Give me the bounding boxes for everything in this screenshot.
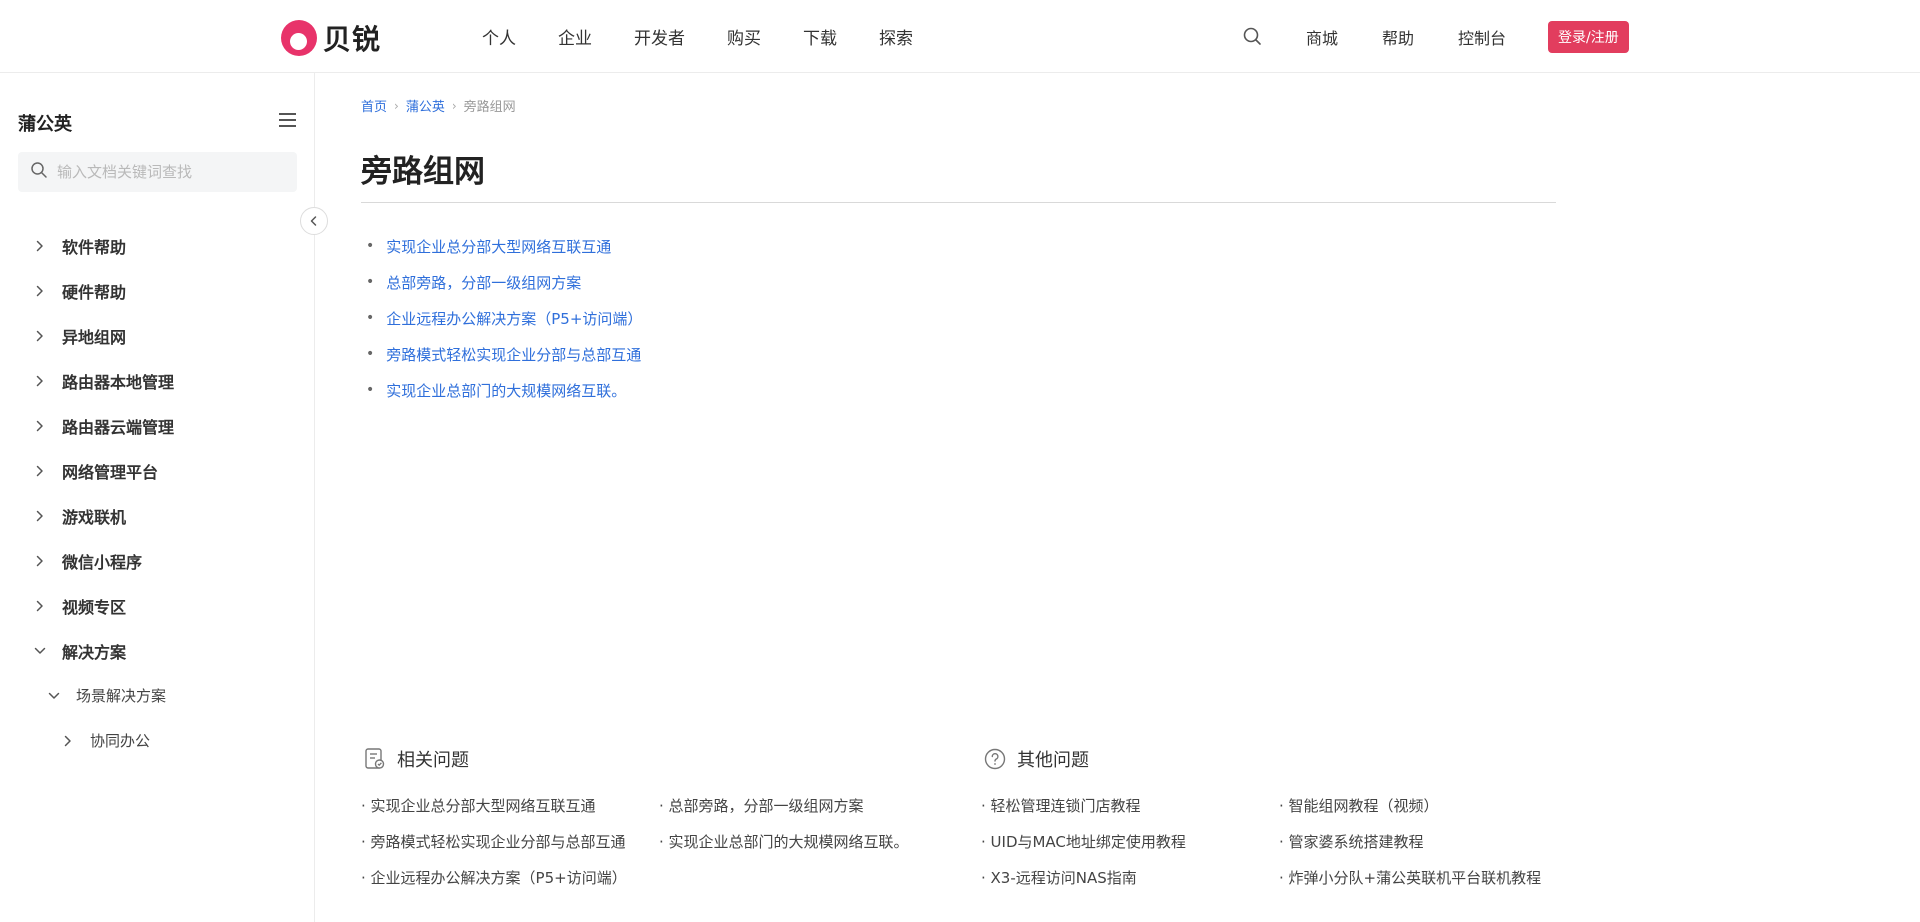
related-question-link[interactable]: · 企业远程办公解决方案（P5+访问端）: [361, 867, 641, 888]
nav-right: 商城 帮助 控制台 登录/注册: [1240, 0, 1629, 73]
nav-item-explore[interactable]: 探索: [879, 24, 913, 49]
other-questions-header: 其他问题: [983, 746, 1089, 772]
related-questions-title: 相关问题: [397, 750, 469, 771]
other-question-link[interactable]: · 管家婆系统搭建教程: [1279, 831, 1579, 852]
page-title: 旁路组网: [361, 154, 485, 190]
list-item: 实现企业总部门的大规模网络互联。: [366, 372, 642, 408]
sidebar-title: 蒲公英: [18, 114, 72, 135]
list-item: 企业远程办公解决方案（P5+访问端）: [366, 300, 642, 336]
sidebar-item-label: 微信小程序: [62, 552, 143, 572]
question-circle-icon: [983, 747, 1007, 771]
related-question-link[interactable]: · 总部旁路，分部一级组网方案: [659, 795, 939, 816]
sidebar-item[interactable]: 硬件帮助: [0, 268, 315, 313]
chevron-right-icon: [32, 553, 48, 569]
sidebar-item[interactable]: 路由器本地管理: [0, 358, 315, 403]
breadcrumb-current: 旁路组网: [463, 100, 516, 115]
sidebar-collapse-button[interactable]: [300, 207, 328, 235]
doc-link[interactable]: 企业远程办公解决方案（P5+访问端）: [386, 308, 642, 329]
doc-link[interactable]: 实现企业总分部大型网络互联互通: [386, 236, 611, 257]
sidebar-item-label: 游戏联机: [62, 507, 127, 527]
sidebar-item-label: 路由器本地管理: [62, 372, 175, 392]
chevron-right-icon: ›: [394, 98, 399, 113]
nav-item-help[interactable]: 帮助: [1382, 25, 1414, 49]
nav-item-enterprise[interactable]: 企业: [558, 24, 592, 49]
sidebar-item[interactable]: 场景解决方案: [0, 673, 315, 718]
chevron-right-icon: ›: [451, 98, 457, 113]
other-question-link[interactable]: · 轻松管理连锁门店教程: [981, 795, 1271, 816]
chevron-right-icon: [32, 373, 48, 389]
logo-mark-icon: [281, 20, 317, 56]
sidebar-item[interactable]: 软件帮助: [0, 223, 315, 268]
sidebar-item-label: 协同办公: [90, 732, 151, 750]
chevron-right-icon: [32, 463, 48, 479]
chevron-down-icon: [32, 643, 48, 659]
document-icon: [363, 747, 387, 771]
doc-link-list: 实现企业总分部大型网络互联互通 总部旁路，分部一级组网方案 企业远程办公解决方案…: [366, 228, 642, 408]
sidebar-item-label: 硬件帮助: [62, 282, 127, 302]
breadcrumb: 首页 › 蒲公英 › 旁路组网: [361, 96, 516, 116]
sidebar-item[interactable]: 视频专区: [0, 583, 315, 628]
doc-search-input[interactable]: [57, 163, 277, 181]
chevron-right-icon: [32, 283, 48, 299]
chevron-right-icon: [32, 328, 48, 344]
menu-icon[interactable]: [279, 113, 296, 127]
sidebar-item[interactable]: 解决方案: [0, 628, 315, 673]
sidebar-item-label: 网络管理平台: [62, 462, 159, 482]
sidebar-item-label: 路由器云端管理: [62, 417, 175, 437]
search-icon: [30, 161, 48, 183]
chevron-right-icon: [60, 733, 76, 749]
title-divider: [361, 202, 1556, 203]
chevron-right-icon: [32, 418, 48, 434]
nav-item-console[interactable]: 控制台: [1458, 25, 1506, 49]
doc-link[interactable]: 总部旁路，分部一级组网方案: [386, 272, 581, 293]
search-icon[interactable]: [1240, 24, 1266, 50]
related-question-link[interactable]: · 实现企业总分部大型网络互联互通: [361, 795, 641, 816]
list-item: 总部旁路，分部一级组网方案: [366, 264, 642, 300]
chevron-left-icon: [310, 216, 317, 226]
doc-link[interactable]: 实现企业总部门的大规模网络互联。: [386, 380, 626, 401]
sidebar-item[interactable]: 协同办公: [0, 718, 315, 763]
sidebar-item-label: 视频专区: [62, 597, 127, 617]
list-item: 旁路模式轻松实现企业分部与总部互通: [366, 336, 642, 372]
breadcrumb-parent[interactable]: 蒲公英: [406, 96, 445, 115]
chevron-right-icon: [32, 238, 48, 254]
brand-logo[interactable]: 贝锐: [281, 18, 381, 58]
other-question-link[interactable]: · 炸弹小分队+蒲公英联机平台联机教程: [1279, 867, 1599, 888]
login-register-button[interactable]: 登录/注册: [1548, 20, 1629, 53]
nav-item-developer[interactable]: 开发者: [634, 24, 685, 49]
breadcrumb-home[interactable]: 首页: [361, 96, 387, 115]
nav-item-purchase[interactable]: 购买: [727, 24, 761, 49]
doc-sidebar: 蒲公英 软件帮助硬件帮助异地组网路由器本地管理路由器云端管理网络管理平台游戏联机…: [0, 73, 315, 922]
main-nav: 个人 企业 开发者 购买 下载 探索: [482, 0, 955, 73]
sidebar-item-label: 软件帮助: [62, 237, 127, 257]
nav-item-mall[interactable]: 商城: [1306, 25, 1338, 49]
sidebar-item[interactable]: 异地组网: [0, 313, 315, 358]
other-question-link[interactable]: · UID与MAC地址绑定使用教程: [981, 831, 1271, 852]
sidebar-item-label: 异地组网: [62, 327, 127, 347]
nav-item-download[interactable]: 下载: [803, 24, 837, 49]
list-item: 实现企业总分部大型网络互联互通: [366, 228, 642, 264]
chevron-down-icon: [46, 688, 62, 704]
other-questions-title: 其他问题: [1017, 750, 1089, 771]
related-question-link[interactable]: · 旁路模式轻松实现企业分部与总部互通: [361, 831, 636, 852]
related-questions-header: 相关问题: [363, 746, 469, 772]
sidebar-item[interactable]: 路由器云端管理: [0, 403, 315, 448]
doc-search-box[interactable]: [18, 152, 297, 192]
sidebar-item[interactable]: 微信小程序: [0, 538, 315, 583]
sidebar-item[interactable]: 游戏联机: [0, 493, 315, 538]
sidebar-item-label: 解决方案: [62, 642, 127, 662]
nav-item-personal[interactable]: 个人: [482, 24, 516, 49]
sidebar-item-label: 场景解决方案: [76, 687, 167, 705]
chevron-right-icon: [32, 598, 48, 614]
related-question-link[interactable]: · 实现企业总部门的大规模网络互联。: [659, 831, 939, 852]
other-question-link[interactable]: · 智能组网教程（视频）: [1279, 795, 1579, 816]
top-navbar: 贝锐 个人 企业 开发者 购买 下载 探索 商城 帮助 控制台 登录/注册: [0, 0, 1920, 73]
doc-link[interactable]: 旁路模式轻松实现企业分部与总部互通: [386, 344, 641, 365]
brand-name: 贝锐: [323, 23, 382, 56]
sidebar-item[interactable]: 网络管理平台: [0, 448, 315, 493]
doc-tree: 软件帮助硬件帮助异地组网路由器本地管理 路由器云端管理 网络管理平台 游戏联机微信小程…: [0, 223, 315, 763]
chevron-right-icon: [32, 508, 48, 524]
other-question-link[interactable]: · X3-远程访问NAS指南: [981, 867, 1271, 888]
